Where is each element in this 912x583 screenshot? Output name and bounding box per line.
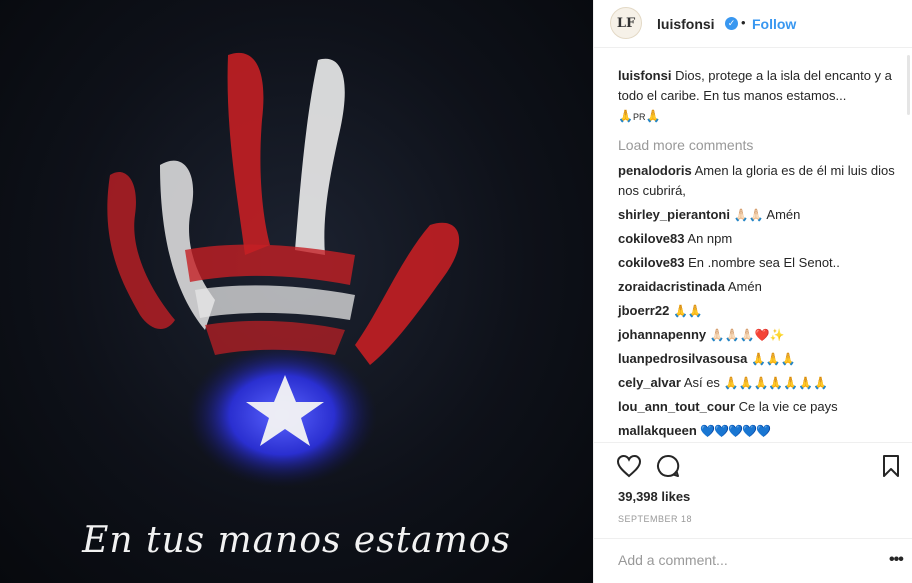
heart-icon[interactable] — [616, 454, 642, 478]
comment-row: mallakqueen 💙💙💙💙💙 — [618, 421, 898, 441]
comment-username[interactable]: luanpedrosilvasousa — [618, 351, 747, 366]
more-options-icon[interactable]: ••• — [889, 551, 904, 569]
comment-row: cely_alvar Así es 🙏🙏🙏🙏🙏🙏🙏 — [618, 373, 898, 393]
follow-button[interactable]: Follow — [752, 16, 796, 32]
comments-scrollbar[interactable] — [907, 55, 910, 115]
comment-username[interactable]: cokilove83 — [618, 231, 685, 246]
photo-overlay-text: En tus manos estamos — [82, 520, 511, 561]
comment-emoji: 🙏🏻🙏🏻🙏🏻❤️✨ — [709, 328, 785, 342]
comment-username[interactable]: mallakqueen — [618, 423, 697, 438]
comment-row: shirley_pierantoni 🙏🏻🙏🏻 Amén — [618, 205, 898, 225]
comment-username[interactable]: shirley_pierantoni — [618, 207, 730, 222]
caption-tail: PR — [632, 112, 646, 122]
comments-list: luisfonsi Dios, protege a la isla del en… — [618, 66, 898, 445]
verified-badge-icon: ✓ — [725, 17, 738, 30]
comment-emoji: 💙💙💙💙💙 — [700, 424, 771, 438]
post-caption: luisfonsi Dios, protege a la isla del en… — [618, 66, 898, 127]
comment-row: penalodoris Amen la gloria es de él mi l… — [618, 161, 898, 201]
comment-username[interactable]: cely_alvar — [618, 375, 681, 390]
comment-text: Amén — [727, 279, 762, 294]
comment-username[interactable]: johannapenny — [618, 327, 706, 342]
comment-text: En .nombre sea El Senot.. — [688, 255, 840, 270]
bookmark-icon[interactable] — [882, 454, 900, 478]
comment-row: lou_ann_tout_cour Ce la vie ce pays — [618, 397, 898, 417]
comment-emoji: 🙏🙏🙏🙏🙏🙏🙏 — [723, 376, 829, 390]
likes-count[interactable]: 39,398 likes — [618, 489, 690, 504]
comment-emoji: 🙏🏻🙏🏻 — [733, 208, 764, 222]
comment-row: johannapenny 🙏🏻🙏🏻🙏🏻❤️✨ — [618, 325, 898, 345]
comment-username[interactable]: zoraidacristinada — [618, 279, 725, 294]
prayer-emoji-icon: 🙏 — [645, 109, 661, 123]
comment-username[interactable]: lou_ann_tout_cour — [618, 399, 735, 414]
comment-row: cokilove83 An npm — [618, 229, 898, 249]
avatar[interactable]: LF — [610, 7, 642, 39]
caption-username[interactable]: luisfonsi — [618, 68, 671, 83]
comment-username[interactable]: cokilove83 — [618, 255, 685, 270]
comment-emoji: 🙏🙏🙏 — [750, 352, 796, 366]
post-header: LF luisfonsi ✓ • Follow — [594, 0, 912, 48]
post-photo[interactable]: En tus manos estamos — [0, 0, 593, 583]
post-side-panel: LF luisfonsi ✓ • Follow luisfonsi Dios, … — [593, 0, 912, 583]
hand-flag-artwork — [107, 52, 460, 487]
comment-username[interactable]: jboerr22 — [618, 303, 669, 318]
comment-row: cokilove83 En .nombre sea El Senot.. — [618, 253, 898, 273]
comment-text: Amén — [766, 207, 801, 222]
comment-emoji: 🙏🙏 — [672, 304, 703, 318]
comment-text: Así es — [683, 375, 720, 390]
comment-username[interactable]: penalodoris — [618, 163, 692, 178]
comment-icon[interactable] — [656, 454, 680, 478]
add-comment-row: Add a comment... ••• — [594, 538, 912, 583]
prayer-emoji-icon: 🙏 — [618, 109, 633, 123]
header-username[interactable]: luisfonsi — [657, 16, 715, 32]
comment-row: luanpedrosilvasousa 🙏🙏🙏 — [618, 349, 898, 369]
comment-text: An npm — [687, 231, 733, 246]
post-actions: 39,398 likes SEPTEMBER 18 Add a comment.… — [594, 442, 912, 583]
post-date: SEPTEMBER 18 — [618, 514, 693, 524]
separator-dot: • — [741, 15, 746, 30]
comment-text: Ce la vie ce pays — [738, 399, 838, 414]
add-comment-input[interactable]: Add a comment... — [618, 552, 728, 568]
comment-row: zoraidacristinada Amén — [618, 277, 898, 297]
load-more-comments-button[interactable]: Load more comments — [618, 135, 898, 155]
comment-row: jboerr22 🙏🙏 — [618, 301, 898, 321]
